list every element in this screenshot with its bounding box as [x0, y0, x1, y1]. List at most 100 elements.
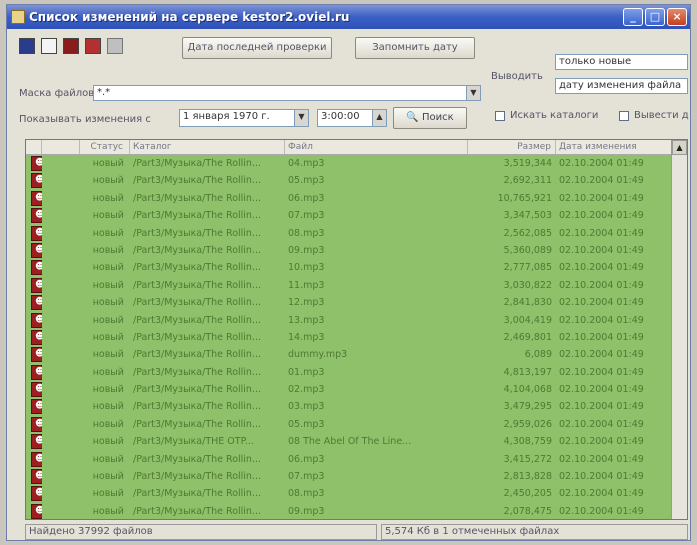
table-row[interactable]: ☻ новый/Part3/Музыка/The Rollin... 06.mp3 1…	[26, 190, 687, 207]
row-blank-cell	[42, 172, 80, 189]
date-cell: 02.10.2004 01:49	[559, 279, 644, 291]
save-icon[interactable]	[19, 38, 35, 54]
row-icon-cell: ☻	[26, 398, 42, 415]
table-row[interactable]: ☻ новый/Part3/Музыка/The Rollin... 01.mp3 4…	[26, 364, 687, 381]
table-row[interactable]: ☻ новый/Part3/Музыка/The Rollin... 08.mp3 2…	[26, 225, 687, 242]
catalog-cell: /Part3/Музыка/The Rollin...	[133, 314, 262, 326]
table-row[interactable]: ☻ новый/Part3/Музыка/The Rollin... 14.mp3 2…	[26, 329, 687, 346]
table-row[interactable]: ☻ новый/Part3/Музыка/The Rollin... 05.mp3 2…	[26, 416, 687, 433]
date-picker[interactable]: 1 января 1970 г. ▼	[179, 109, 309, 127]
table-row[interactable]: ☻ новый/Part3/Музыка/The Rollin... 03.mp3 3…	[26, 398, 687, 415]
catalog-cell: /Part3/Музыка/The Rollin...	[133, 505, 262, 517]
status-cell: новый	[92, 297, 124, 309]
status-cell: новый	[92, 384, 124, 396]
time-stepper[interactable]: 3:00:00 ▲	[317, 109, 387, 127]
table-row[interactable]: ☻ новый/Part3/Музыка/The Rollin... 07.mp3 3…	[26, 207, 687, 224]
table-row[interactable]: ☻ новый/Part3/Музыка/The Rollin... 05.mp3 2…	[26, 172, 687, 189]
header-size[interactable]: Размер	[468, 140, 556, 154]
table-row[interactable]: ☻ новый/Part3/Музыка/The Rollin... 09.mp3 5…	[26, 242, 687, 259]
row-blank-cell	[42, 242, 80, 259]
size-cell: 3,415,272	[503, 453, 552, 465]
new-file-icon: ☻	[31, 242, 42, 258]
table-row[interactable]: ☻ новый/Part3/Музыка/The Rollin... 11.mp3 3…	[26, 277, 687, 294]
header-status[interactable]: Статус	[80, 140, 130, 154]
row-blank-cell	[42, 346, 80, 363]
catalog-cell: /Part3/Музыка/The Rollin...	[133, 418, 262, 430]
size-cell: 2,562,085	[503, 227, 552, 239]
table-row[interactable]: ☻ новый/Part3/Музыка/The Rollin... 12.mp3 2…	[26, 294, 687, 311]
row-blank-cell	[42, 294, 80, 311]
check-date-button[interactable]: Дата последней проверки	[182, 37, 332, 59]
size-cell: 3,347,503	[503, 210, 552, 222]
date-cell: 02.10.2004 01:49	[559, 384, 644, 396]
catalog-cell: /Part3/Музыка/The Rollin...	[133, 384, 262, 396]
table-row[interactable]: ☻ новый/Part3/Музыка/The Rollin... 07.mp3 2…	[26, 468, 687, 485]
row-icon-cell: ☻	[26, 277, 42, 294]
file-cell: 08 The Abel Of The Line...	[288, 436, 412, 448]
status-found: Найдено 37992 файлов	[25, 524, 377, 540]
table-row[interactable]: ☻ новый/Part3/Музыка/The Rollin... dummy.m…	[26, 346, 687, 363]
file-cell: 04.mp3	[288, 158, 325, 169]
file-cell: 05.mp3	[288, 175, 325, 187]
size-cell: 10,765,921	[497, 192, 552, 204]
row-icon-cell: ☻	[26, 346, 42, 363]
date-cell: 02.10.2004 01:49	[559, 210, 644, 222]
copy-icon[interactable]	[41, 38, 57, 54]
mask-input[interactable]: *.* ▼	[93, 85, 481, 101]
table-row[interactable]: ☻ новый/Part3/Музыка/The Rollin... 09.mp3 2…	[26, 503, 687, 519]
size-cell: 2,841,830	[503, 297, 552, 309]
size-cell: 2,692,311	[503, 175, 552, 187]
output-only-new-select[interactable]: только новые	[555, 54, 688, 70]
table-row[interactable]: ☻ новый/Part3/Музыка/The Rollin... 02.mp3 4…	[26, 381, 687, 398]
chevron-down-icon[interactable]: ▼	[294, 110, 308, 126]
chevron-down-icon[interactable]: ▼	[466, 86, 480, 100]
table-row[interactable]: ☻ новый/Part3/Музыка/The Rollin... 13.mp3 3…	[26, 312, 687, 329]
status-cell: новый	[92, 331, 124, 343]
date-cell: 02.10.2004 01:49	[559, 488, 644, 500]
new-file-icon: ☻	[31, 503, 42, 519]
title-bar[interactable]: Список изменений на сервере kestor2.ovie…	[7, 5, 690, 29]
search-button-label: Поиск	[421, 112, 454, 123]
date-cell: 02.10.2004 01:49	[559, 453, 644, 465]
maximize-button[interactable]: □	[645, 8, 665, 26]
status-cell: новый	[92, 505, 124, 517]
search-button[interactable]: 🔍 Поиск	[393, 107, 467, 129]
table-row[interactable]: ☻ новый/Part3/Музыка/The Rollin... 04.mp3 3…	[26, 155, 687, 172]
header-file[interactable]: Файл	[285, 140, 468, 154]
mask-label: Маска файлов	[19, 88, 95, 99]
spin-icon[interactable]: ▲	[372, 110, 386, 126]
header-date[interactable]: Дата изменения	[556, 140, 674, 154]
table-row[interactable]: ☻ новый/Part3/Музыка/The Rollin... 10.mp3 2…	[26, 259, 687, 276]
row-icon-cell: ☻	[26, 155, 42, 172]
catalog-cell: /Part3/Музыка/The Rollin...	[133, 349, 262, 361]
row-blank-cell	[42, 259, 80, 276]
vertical-scrollbar[interactable]: ▲	[671, 140, 687, 519]
row-blank-cell	[42, 329, 80, 346]
row-icon-cell: ☻	[26, 485, 42, 502]
date-cell: 02.10.2004 01:49	[559, 192, 644, 204]
output-d-checkbox[interactable]	[619, 111, 629, 121]
catalog-cell: /Part3/Музыка/The Rollin...	[133, 366, 262, 378]
changes-table[interactable]: Статус Каталог Файл Размер Дата изменени…	[25, 139, 688, 520]
minimize-button[interactable]: _	[623, 8, 643, 26]
size-cell: 4,813,197	[503, 366, 552, 378]
close-button[interactable]: ×	[667, 8, 687, 26]
file-cell: 09.mp3	[288, 505, 325, 517]
header-catalog[interactable]: Каталог	[130, 140, 285, 154]
scroll-up-icon[interactable]: ▲	[672, 140, 687, 155]
new-file-icon: ☻	[31, 173, 42, 189]
output-date-select[interactable]: дату изменения файла	[555, 78, 688, 94]
remember-date-button[interactable]: Запомнить дату	[355, 37, 475, 59]
search-catalogs-checkbox[interactable]	[495, 111, 505, 121]
export-icon[interactable]	[63, 38, 79, 54]
settings-icon[interactable]	[107, 38, 123, 54]
catalog-cell: /Part3/Музыка/The Rollin...	[133, 227, 262, 239]
new-file-icon: ☻	[31, 451, 42, 467]
delete-icon[interactable]	[85, 38, 101, 54]
file-cell: 05.mp3	[288, 418, 325, 430]
status-cell: новый	[92, 349, 124, 361]
table-row[interactable]: ☻ новый/Part3/Музыка/The Rollin... 06.mp3 3…	[26, 451, 687, 468]
row-icon-cell: ☻	[26, 329, 42, 346]
table-row[interactable]: ☻ новый/Part3/Музыка/The Rollin... 08.mp3 2…	[26, 485, 687, 502]
table-row[interactable]: ☻ новый/Part3/Музыка/THE OTP... 08 The Abe…	[26, 433, 687, 450]
